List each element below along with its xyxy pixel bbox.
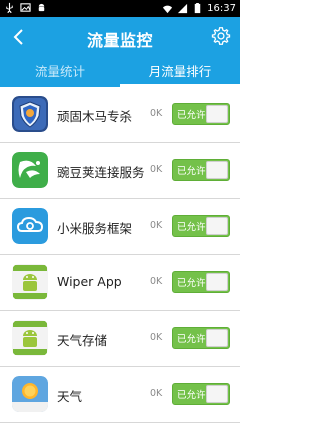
traffic-value: 0K	[150, 332, 163, 343]
traffic-value: 0K	[150, 220, 163, 231]
shield-app-icon	[12, 96, 48, 132]
android-icon	[38, 3, 45, 12]
app-name: 天气存储	[57, 333, 108, 348]
usb-icon	[6, 2, 13, 13]
tab-bar: 流量统计 月流量排行	[0, 56, 240, 87]
android-app-icon	[12, 320, 48, 356]
tab-monthly-ranking[interactable]: 月流量排行	[120, 56, 240, 87]
allow-toggle[interactable]: 已允许	[172, 159, 230, 181]
toggle-knob	[206, 105, 228, 123]
status-bar: 16:37	[0, 0, 240, 17]
app-name: 豌豆荚连接服务	[57, 165, 145, 180]
list-item: 天气存储 0K 已允许	[0, 311, 240, 367]
toggle-knob	[206, 385, 228, 403]
page-title: 流量监控	[86, 31, 153, 50]
wandoujia-icon	[12, 152, 48, 188]
list-item: 顽固木马专杀 0K 已允许	[0, 87, 240, 143]
traffic-value: 0K	[150, 388, 163, 399]
list-item: Wiper App 0K 已允许	[0, 255, 240, 311]
traffic-value: 0K	[150, 108, 163, 119]
toggle-label: 已允许	[177, 222, 206, 233]
weather-app-icon	[12, 376, 48, 412]
allow-toggle[interactable]: 已允许	[172, 383, 230, 405]
allow-toggle[interactable]: 已允许	[172, 215, 230, 237]
status-time: 16:37	[207, 3, 236, 14]
toggle-knob	[206, 217, 228, 235]
app-name: 小米服务框架	[57, 221, 133, 236]
android-app-icon	[12, 264, 48, 300]
tab-traffic-stats[interactable]: 流量统计	[0, 56, 120, 87]
allow-toggle[interactable]: 已允许	[172, 327, 230, 349]
traffic-value: 0K	[150, 276, 163, 287]
list-item: 天气 0K 已允许	[0, 367, 240, 423]
image-icon	[20, 3, 31, 12]
toggle-label: 已允许	[177, 390, 206, 401]
toggle-label: 已允许	[177, 166, 206, 177]
toggle-label: 已允许	[177, 278, 206, 289]
list-item: 小米服务框架 0K 已允许	[0, 199, 240, 255]
cloud-app-icon	[12, 208, 48, 244]
toggle-knob	[206, 273, 228, 291]
allow-toggle[interactable]: 已允许	[172, 271, 230, 293]
wifi-icon	[163, 5, 173, 14]
toggle-knob	[206, 161, 228, 179]
allow-toggle[interactable]: 已允许	[172, 103, 230, 125]
app-name: 天气	[57, 389, 83, 404]
toggle-knob	[206, 329, 228, 347]
app-traffic-list: 顽固木马专杀 0K 已允许 豌豆荚连接服务 0K 已允许 小米服务框架 0K 已…	[0, 87, 240, 423]
toggle-label: 已允许	[177, 334, 206, 345]
signal-icon	[178, 3, 188, 14]
battery-icon	[194, 3, 201, 14]
app-name: Wiper App	[57, 274, 122, 289]
list-item: 豌豆荚连接服务 0K 已允许	[0, 143, 240, 199]
toggle-label: 已允许	[177, 110, 206, 121]
gear-icon[interactable]	[210, 25, 232, 47]
app-name: 顽固木马专杀	[57, 109, 133, 124]
traffic-value: 0K	[150, 164, 163, 175]
app-bar: 流量监控	[0, 17, 240, 56]
